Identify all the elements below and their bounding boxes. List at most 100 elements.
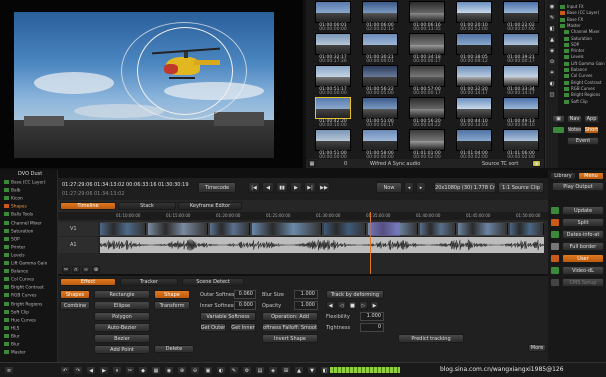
fx-enable-icon[interactable] — [4, 236, 9, 241]
timecode-button[interactable]: Timecode — [198, 182, 236, 193]
timeline-clip[interactable] — [324, 223, 366, 235]
bin-thumbnail[interactable] — [409, 65, 445, 87]
right-panel-icon[interactable] — [550, 206, 560, 215]
now-button[interactable]: Now — [376, 182, 402, 193]
bottom-tool-icon[interactable]: ⚙ — [242, 366, 252, 375]
play-button[interactable]: ▶ — [290, 182, 302, 193]
shape-button[interactable]: Shape — [154, 290, 190, 299]
timeline-clip[interactable] — [420, 223, 456, 235]
layer-tree-item[interactable]: Bright Regions — [564, 92, 600, 98]
bin-source-sort[interactable]: Source TC sort — [482, 161, 518, 167]
tool-button[interactable]: ▣ — [552, 115, 565, 123]
bin-thumbnail[interactable] — [409, 97, 445, 119]
fx-list-item[interactable]: Base (CC Layer) — [4, 180, 46, 186]
step-fwd-button[interactable]: ▶| — [304, 182, 316, 193]
bottom-tool-icon[interactable]: ⏸ — [112, 366, 122, 375]
more-button[interactable]: More — [528, 344, 546, 352]
tab-stack[interactable]: Stack — [118, 202, 176, 210]
timeline-ruler[interactable]: 01:10:00:00 01:15:00:00 01:20:00:00 01:25:0… — [58, 212, 548, 220]
side-tool-icon[interactable]: ◫ — [548, 91, 556, 99]
layer-tree-item[interactable]: Printer — [564, 48, 584, 54]
bottom-tool-icon[interactable]: ▦ — [151, 366, 161, 375]
layer-enable-icon[interactable] — [564, 68, 569, 72]
play-output-button[interactable]: Play Output — [552, 182, 604, 191]
layer-tree-item[interactable]: Base FX — [560, 17, 583, 22]
fx-enable-icon[interactable] — [4, 285, 9, 290]
layer-tree-item[interactable]: Bright Contrast — [564, 80, 602, 85]
right-panel-button[interactable]: Video-dL — [562, 266, 604, 275]
go-end-button[interactable]: ▶▶ — [318, 182, 330, 193]
fx-enable-icon[interactable] — [4, 317, 9, 322]
fx-list-item[interactable]: Balls Tools — [4, 212, 33, 218]
combine-button[interactable]: Combine — [60, 301, 90, 310]
right-panel-button[interactable]: Split — [562, 218, 604, 227]
layer-enable-icon[interactable] — [564, 99, 569, 104]
bottom-left-icon[interactable]: ≡ — [4, 366, 14, 375]
zoom-icon[interactable]: ⊕ — [92, 266, 100, 273]
layer-enable-icon[interactable] — [560, 23, 565, 28]
layer-tree-item[interactable]: Soft Clip — [564, 99, 588, 104]
right-panel-button[interactable]: CMS Setup — [562, 278, 604, 287]
bin-thumbnail[interactable] — [315, 65, 351, 87]
layer-tree-item[interactable]: Base (CC Layer) — [560, 10, 599, 16]
transform-button[interactable]: Transform — [154, 301, 190, 310]
green-toggle[interactable] — [552, 126, 565, 134]
fx-list-item[interactable]: Hue Curves — [4, 317, 36, 323]
source-clip-button[interactable]: 1:1 Source Clip — [498, 182, 544, 193]
bin-thumbnail[interactable] — [503, 1, 539, 23]
fx-enable-icon[interactable] — [4, 261, 9, 265]
app-button[interactable]: App — [584, 115, 599, 123]
bin-thumbnail[interactable] — [362, 129, 398, 151]
layer-tree-item[interactable]: Col Curves — [564, 73, 593, 79]
side-tool-icon[interactable]: ◉ — [548, 3, 556, 11]
fx-enable-icon[interactable] — [4, 333, 9, 338]
bin-grid-icon[interactable]: ▣ — [532, 160, 541, 167]
blur-size-field[interactable]: 1.000 — [294, 290, 318, 299]
layer-enable-icon[interactable] — [564, 42, 569, 47]
layer-enable-icon[interactable] — [564, 30, 569, 35]
fx-enable-icon[interactable] — [4, 220, 9, 225]
fx-list-item[interactable]: Channel Mixer — [4, 220, 42, 226]
right-panel-icon[interactable] — [550, 266, 560, 275]
tab-keyframe-editor[interactable]: Keyframe Editor — [178, 202, 242, 210]
side-tool-icon[interactable]: ◈ — [548, 47, 556, 55]
bottom-tool-icon[interactable]: ⊕ — [177, 366, 187, 375]
fx-enable-icon[interactable] — [4, 269, 9, 274]
bottom-tool-icon[interactable]: ◀ — [86, 366, 96, 375]
bin-thumbnail[interactable] — [315, 97, 351, 119]
layer-enable-icon[interactable] — [564, 86, 569, 91]
layer-tree-item[interactable]: SOP — [564, 42, 579, 47]
shape-type-button[interactable]: Ellipse — [94, 301, 150, 310]
library-button[interactable]: Library — [550, 172, 576, 180]
video-track[interactable] — [100, 222, 544, 236]
track-step-back-icon[interactable]: ◁ — [337, 301, 346, 310]
bin-view-icon[interactable]: ▦ — [308, 160, 316, 167]
bin-thumbnail[interactable] — [409, 1, 445, 23]
notes-button[interactable]: Notes — [567, 126, 582, 134]
fx-enable-icon[interactable] — [4, 196, 9, 201]
inner-softness-field[interactable]: 0.000 — [234, 301, 256, 310]
fx-list-item[interactable]: SOP — [4, 236, 20, 242]
right-panel-button[interactable]: Dates-info-at — [562, 230, 604, 239]
fx-enable-icon[interactable] — [4, 252, 9, 257]
right-panel-icon[interactable] — [550, 242, 560, 251]
fx-enable-icon[interactable] — [4, 277, 9, 282]
bottom-tool-icon[interactable]: ✂ — [125, 366, 135, 375]
layer-tree-item[interactable]: Input FX — [560, 4, 584, 9]
side-tool-icon[interactable]: ◧ — [548, 25, 556, 33]
bottom-tool-icon[interactable]: ▤ — [255, 366, 265, 375]
step-back-button[interactable]: ◀ — [262, 182, 274, 193]
timeline-clip[interactable] — [252, 223, 322, 235]
layer-enable-icon[interactable] — [564, 55, 569, 60]
fx-list-item[interactable]: Col Curves — [4, 277, 34, 283]
softness-falloff-select[interactable]: Softness Falloff: Smooth — [262, 323, 318, 332]
fx-enable-icon[interactable] — [4, 244, 9, 249]
track-back-icon[interactable]: ◀ — [326, 301, 335, 310]
right-panel-icon[interactable] — [550, 278, 560, 287]
right-panel-button[interactable]: Update — [562, 206, 604, 215]
layer-tree-item[interactable]: RGB Curves — [564, 86, 595, 91]
go-start-button[interactable]: |◀ — [248, 182, 260, 193]
timeline-clip[interactable] — [100, 223, 146, 235]
bottom-tool-icon[interactable]: ◧ — [320, 366, 330, 375]
tab-scene-detect[interactable]: Scene Detect — [182, 278, 244, 286]
